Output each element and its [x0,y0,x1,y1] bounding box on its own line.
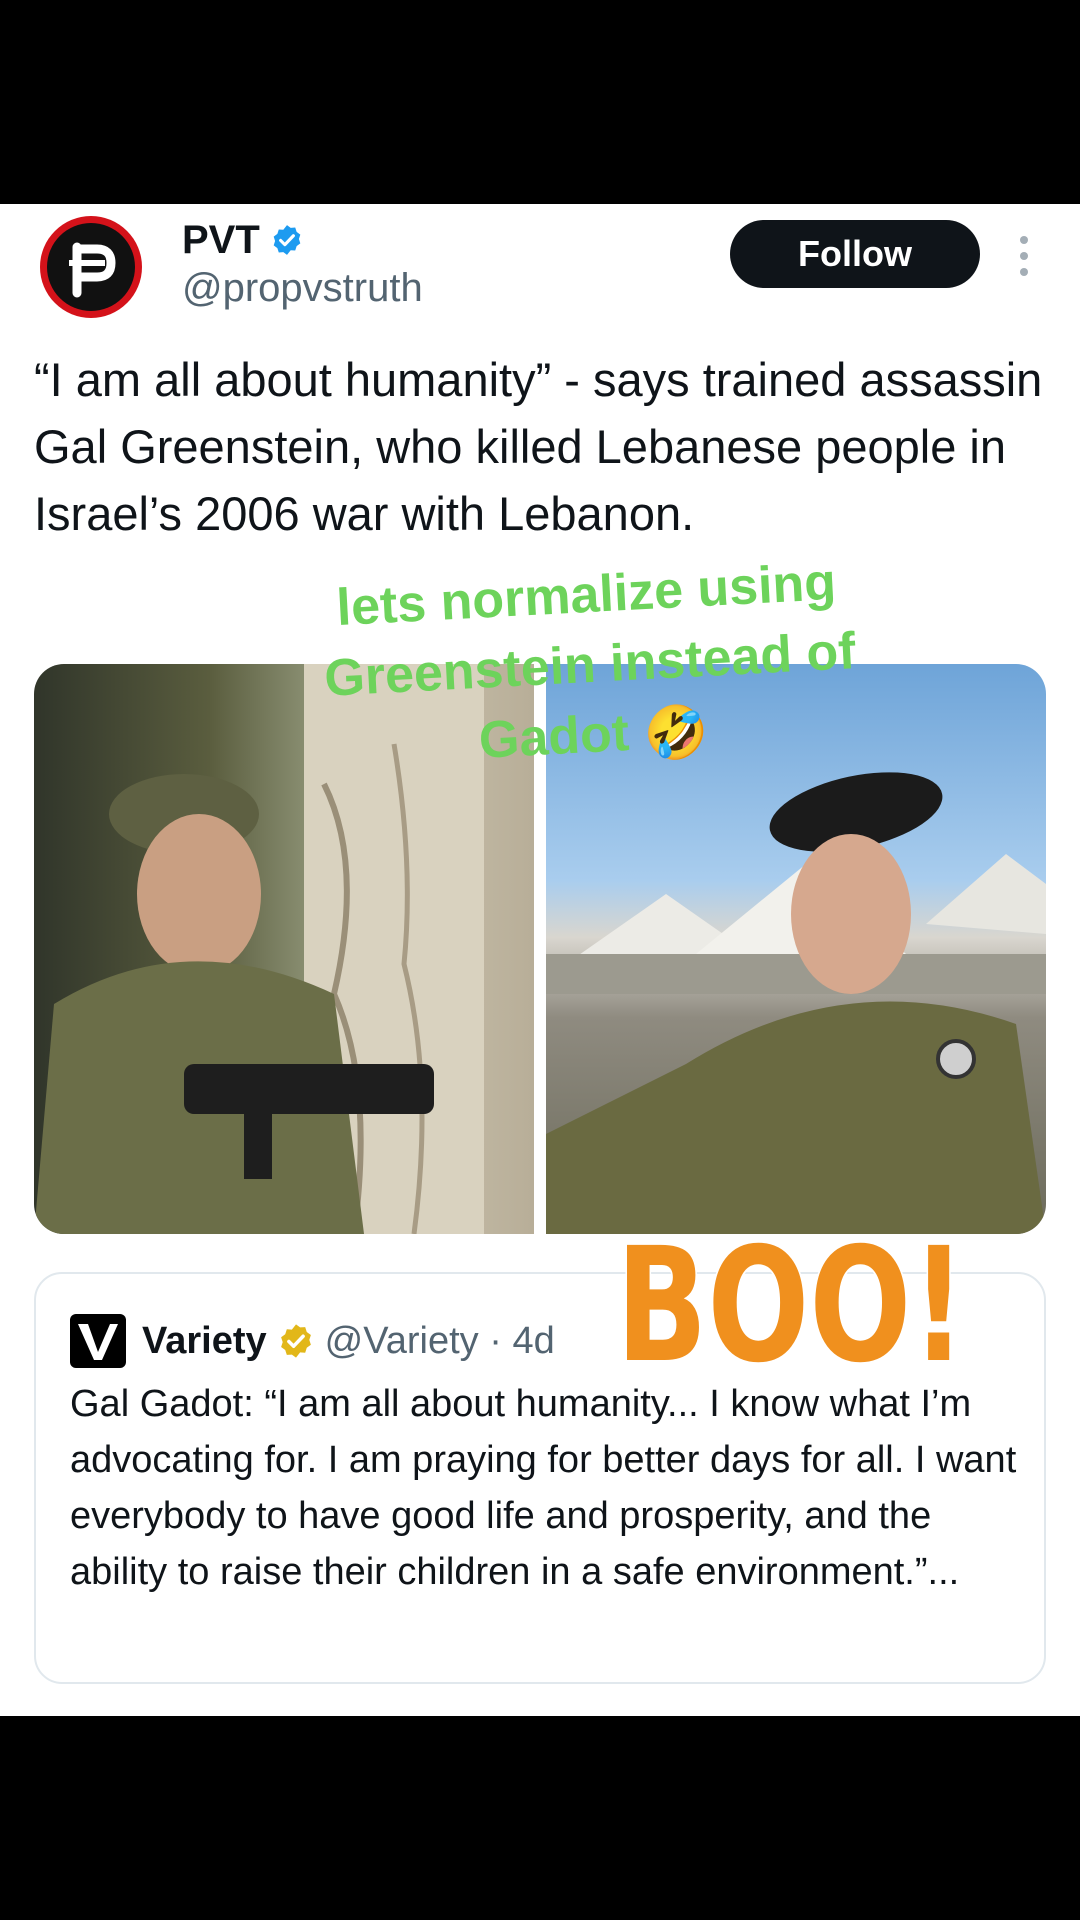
gold-verified-icon [280,1324,311,1358]
tweet-card: PVT @propvstruth Follow “I am all about … [0,204,1080,1716]
rofl-emoji-icon: 🤣 [642,703,710,765]
bottom-black-bar [0,1716,1080,1920]
author-name-row[interactable]: PVT [182,214,304,266]
boo-sticker-text: BOO! [616,1214,966,1380]
overlay-caption-text: lets normalize using Greenstein instead … [322,553,857,770]
display-name[interactable]: PVT [182,218,260,263]
quoted-handle-time[interactable]: @Variety · 4d [325,1320,555,1363]
avatar[interactable] [40,216,142,318]
overlay-caption: lets normalize using Greenstein instead … [265,543,915,789]
verified-icon [273,225,301,255]
tweet-text: “I am all about humanity” - says trained… [34,353,1043,540]
follow-button[interactable]: Follow [730,220,980,288]
author-handle[interactable]: @propvstruth [182,266,423,311]
more-icon[interactable] [1014,234,1034,278]
quoted-text: Gal Gadot: “I am all about humanity... I… [70,1383,1017,1593]
quoted-display-name[interactable]: Variety [142,1320,267,1363]
quoted-tweet-header: Variety @Variety · 4d [70,1314,555,1368]
boo-sticker: BOO! [614,1212,968,1380]
top-black-bar [0,0,1080,204]
variety-logo [70,1314,126,1368]
